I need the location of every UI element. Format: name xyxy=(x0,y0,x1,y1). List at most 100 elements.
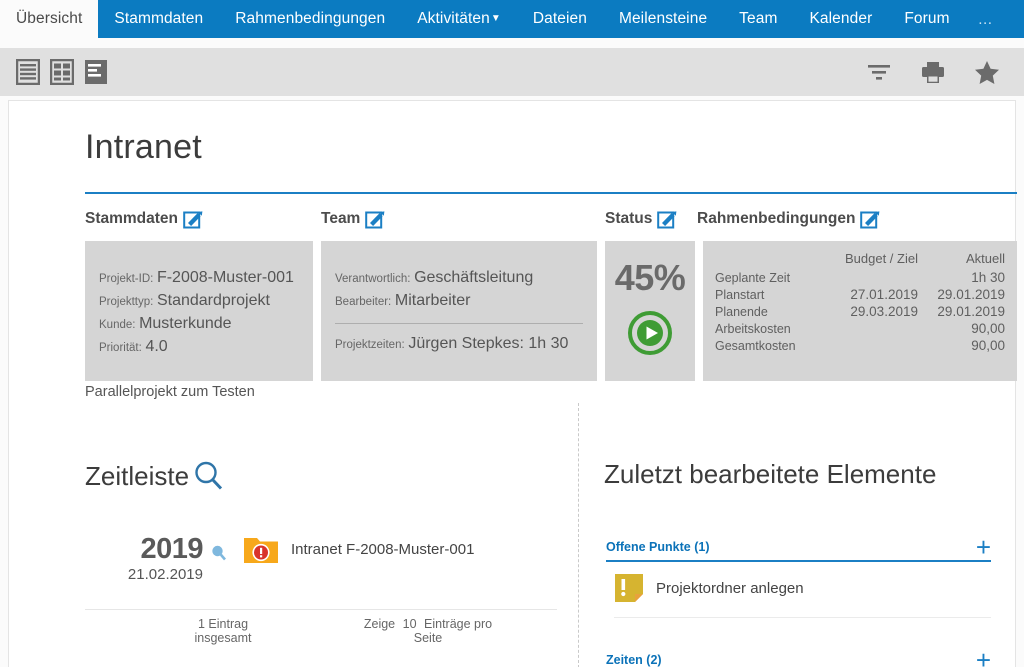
table-body: Geplante Zeit 1h 30 Planstart 27.01.2019… xyxy=(715,269,1005,354)
list-item-label: Projektordner anlegen xyxy=(656,579,804,597)
zeitleiste-date: 21.02.2019 xyxy=(127,566,203,583)
row-budget xyxy=(825,320,918,337)
field-value: Geschäftsleitung xyxy=(414,269,534,286)
section-label[interactable]: Offene Punkte (1) xyxy=(606,540,710,554)
per-page-suffix: Einträge pro xyxy=(424,617,493,631)
zeitleiste-year-block: 2019 xyxy=(85,533,203,566)
field-projektzeiten: Projektzeiten: Jürgen Stepkes: 1h 30 xyxy=(335,333,583,356)
edit-icon[interactable] xyxy=(860,209,880,229)
col-header-aktuell: Aktuell xyxy=(965,251,1005,266)
toolbar-right-group xyxy=(866,60,1000,85)
list-item[interactable]: Projektordner anlegen xyxy=(614,563,991,618)
detail-view-icon[interactable] xyxy=(84,59,108,85)
row-aktuell: 29.01.2019 xyxy=(937,287,1005,302)
row-aktuell: 90,00 xyxy=(971,338,1005,353)
tab-label: Aktivitäten xyxy=(417,10,490,27)
chevron-down-icon: ▼ xyxy=(490,13,501,24)
folder-alert-icon[interactable] xyxy=(243,534,279,566)
entry-total-line1: 1 Eintrag xyxy=(197,617,249,631)
section-header-offene-punkte: Offene Punkte (1) + xyxy=(606,534,991,563)
per-page-count[interactable]: 10 xyxy=(403,617,417,631)
toolbar-left-group xyxy=(16,59,108,85)
panel-body: Budget / Ziel Aktuell Geplante Zeit 1h 3… xyxy=(703,241,1017,354)
zeitleiste-date-block: 21.02.2019 xyxy=(85,566,203,584)
table-row: Geplante Zeit 1h 30 xyxy=(715,269,1005,286)
tab-aktivitaeten[interactable]: Aktivitäten ▼ xyxy=(401,0,517,38)
entry-total: 1 Eintrag insgesamt xyxy=(85,617,321,645)
tab-team[interactable]: Team xyxy=(723,0,793,38)
field-projekt-id: Projekt-ID: F-2008-Muster-001 xyxy=(99,267,299,290)
panel-header-label: Status xyxy=(605,210,653,227)
status-action[interactable] xyxy=(628,311,672,360)
table-row: Gesamtkosten 90,00 xyxy=(715,337,1005,354)
per-page-line2: Seite xyxy=(413,631,443,645)
panel-stammdaten: Projekt-ID: F-2008-Muster-001 Projekttyp… xyxy=(85,241,313,381)
tab-overflow-menu[interactable]: … xyxy=(966,0,1007,38)
field-verantwortlich: Verantwortlich: Geschäftsleitung xyxy=(335,267,583,290)
field-label: Projektzeiten: xyxy=(335,339,405,351)
edit-icon[interactable] xyxy=(365,209,385,229)
title-divider xyxy=(85,192,1017,194)
panel-team: Verantwortlich: Geschäftsleitung Bearbei… xyxy=(321,241,597,381)
field-kunde: Kunde: Musterkunde xyxy=(99,313,299,336)
zeitleiste-entry-top: 2019 Intranet F-2008-Muster-001 xyxy=(85,533,557,566)
panel-divider xyxy=(335,323,583,324)
zeitleiste-footer-divider xyxy=(85,609,557,610)
page-subtitle: Parallelprojekt zum Testen xyxy=(85,384,255,400)
panel-header-label: Rahmenbedingungen xyxy=(697,210,856,227)
tab-rahmenbedingungen[interactable]: Rahmenbedingungen xyxy=(219,0,401,38)
tab-label: Dateien xyxy=(532,10,587,27)
panel-body: Verantwortlich: Geschäftsleitung Bearbei… xyxy=(321,241,597,356)
table-header-row: Budget / Ziel Aktuell xyxy=(715,249,1005,269)
edit-icon[interactable] xyxy=(183,209,203,229)
play-button-icon[interactable] xyxy=(628,311,672,355)
section-header-zeiten: Zeiten (2) + xyxy=(606,647,991,667)
search-magnifier-icon[interactable] xyxy=(191,459,227,495)
field-label: Kunde: xyxy=(99,319,136,331)
table-head: Budget / Ziel Aktuell xyxy=(715,249,1005,269)
recent-elements-title: Zuletzt bearbeitete Elemente xyxy=(604,459,937,489)
add-zeit-button[interactable]: + xyxy=(976,647,991,667)
tab-dateien[interactable]: Dateien xyxy=(517,0,603,38)
field-label: Projekttyp: xyxy=(99,296,154,308)
section-label[interactable]: Zeiten (2) xyxy=(606,653,662,667)
field-value: Jürgen Stepkes: 1h 30 xyxy=(408,335,569,352)
zeitleiste-year: 2019 xyxy=(140,533,203,565)
list-view-icon[interactable] xyxy=(16,59,40,85)
entry-total-line2: insgesamt xyxy=(194,631,252,645)
table-view-icon[interactable] xyxy=(50,59,74,85)
tab-uebersicht[interactable]: Übersicht xyxy=(0,0,99,38)
field-prioritaet: Priorität: 4.0 xyxy=(99,336,299,359)
tab-label: Team xyxy=(739,10,778,27)
magnifier-small-icon[interactable] xyxy=(209,543,229,563)
field-bearbeiter: Bearbeiter: Mitarbeiter xyxy=(335,290,583,313)
page-card: Intranet Stammdaten Team Status Rahmenbe… xyxy=(8,100,1017,667)
filter-icon[interactable] xyxy=(866,61,892,83)
zeitleiste-header: Zeitleiste xyxy=(85,459,227,492)
tab-forum[interactable]: Forum xyxy=(888,0,965,38)
panel-header-stammdaten: Stammdaten xyxy=(85,209,203,229)
zeitleiste-entry-label[interactable]: Intranet F-2008-Muster-001 xyxy=(291,541,474,558)
tab-label: Meilensteine xyxy=(618,10,708,27)
edit-icon[interactable] xyxy=(657,209,677,229)
tab-kalender[interactable]: Kalender xyxy=(793,0,888,38)
column-divider xyxy=(578,403,579,667)
field-value: Musterkunde xyxy=(139,315,232,332)
tab-meilensteine[interactable]: Meilensteine xyxy=(603,0,723,38)
page-title: Intranet xyxy=(85,128,202,166)
field-value: Standardprojekt xyxy=(156,292,270,309)
table-row: Planstart 27.01.2019 29.01.2019 xyxy=(715,286,1005,303)
favorite-star-icon[interactable] xyxy=(974,60,1000,85)
print-icon[interactable] xyxy=(920,60,946,84)
panel-rahmenbedingungen: Budget / Ziel Aktuell Geplante Zeit 1h 3… xyxy=(703,241,1017,381)
row-aktuell: 90,00 xyxy=(971,321,1005,336)
tab-stammdaten[interactable]: Stammdaten xyxy=(98,0,219,38)
field-projekttyp: Projekttyp: Standardprojekt xyxy=(99,290,299,313)
panel-header-rahmenbedingungen: Rahmenbedingungen xyxy=(697,209,880,229)
panel-body: Projekt-ID: F-2008-Muster-001 Projekttyp… xyxy=(85,241,313,359)
tab-overflow-label: … xyxy=(977,10,995,28)
row-label: Planende xyxy=(715,304,768,319)
row-budget: 27.01.2019 xyxy=(850,287,918,302)
row-aktuell: 1h 30 xyxy=(971,270,1005,285)
add-offener-punkt-button[interactable]: + xyxy=(976,534,991,560)
